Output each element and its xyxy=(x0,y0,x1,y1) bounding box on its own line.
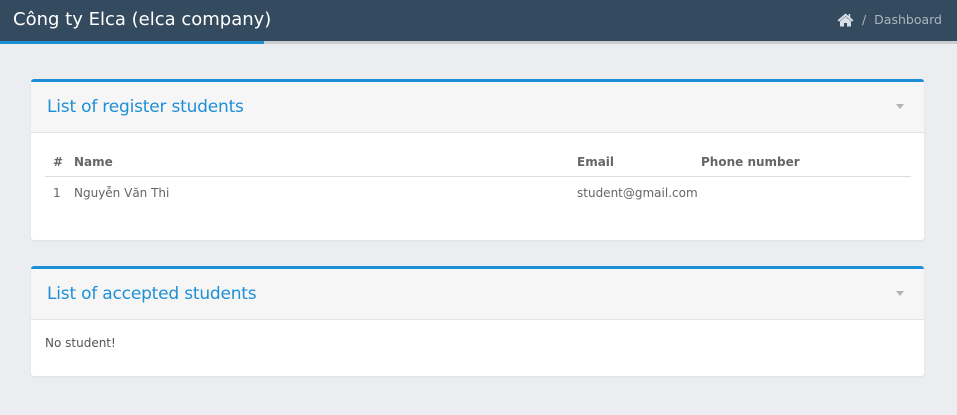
register-panel-title: List of register students xyxy=(47,97,244,117)
table-header-row: # Name Email Phone number xyxy=(45,146,911,177)
accepted-panel-header: List of accepted students xyxy=(31,269,924,320)
register-students-table: # Name Email Phone number 1 Nguyễn Văn T… xyxy=(45,146,911,209)
table-row: 1 Nguyễn Văn Thi student@gmail.com xyxy=(45,177,911,209)
caret-down-icon[interactable] xyxy=(896,104,904,109)
header-accent-bar xyxy=(0,41,264,44)
column-header-email: Email xyxy=(577,155,615,169)
empty-state-text: No student! xyxy=(45,336,116,350)
top-header: Công ty Elca (elca company) / Dashboard xyxy=(0,0,957,44)
row-number: 1 xyxy=(53,186,61,200)
column-header-phone: Phone number xyxy=(701,155,800,169)
register-panel-header: List of register students xyxy=(31,82,924,133)
page-title: Công ty Elca (elca company) xyxy=(13,9,272,30)
column-header-number: # xyxy=(53,155,64,169)
accepted-students-panel: List of accepted students No student! xyxy=(31,266,924,376)
student-email: student@gmail.com xyxy=(577,186,698,200)
column-header-name: Name xyxy=(74,155,113,169)
breadcrumb: / Dashboard xyxy=(837,12,942,28)
student-name: Nguyễn Văn Thi xyxy=(74,186,170,200)
register-students-panel: List of register students # Name Email P… xyxy=(31,79,924,240)
breadcrumb-separator: / xyxy=(861,12,867,27)
home-icon[interactable] xyxy=(837,13,854,27)
header-underline xyxy=(264,41,957,44)
accepted-panel-title: List of accepted students xyxy=(47,284,257,304)
caret-down-icon[interactable] xyxy=(896,291,904,296)
breadcrumb-current[interactable]: Dashboard xyxy=(874,12,942,28)
